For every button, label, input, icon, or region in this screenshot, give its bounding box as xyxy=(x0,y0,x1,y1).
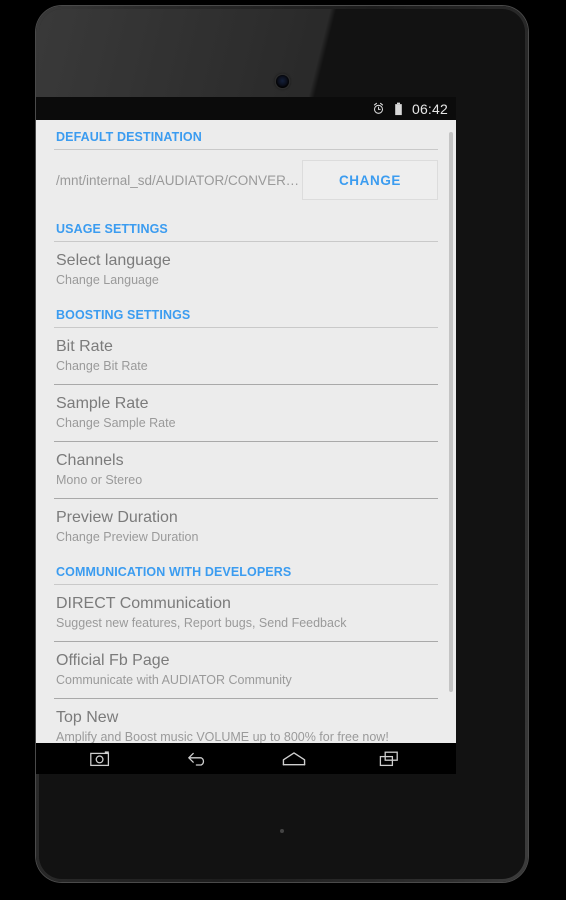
default-destination-row: /mnt/internal_sd/AUDIATOR/CONVERTOR/ CHA… xyxy=(36,150,456,212)
recent-apps-icon[interactable] xyxy=(367,746,413,772)
section-header-communication-with-developers: COMMUNICATION WITH DEVELOPERS xyxy=(56,565,292,579)
status-bar: 06:42 xyxy=(36,97,456,120)
battery-icon xyxy=(394,102,403,116)
section-header-boosting-settings: BOOSTING SETTINGS xyxy=(56,308,191,322)
list-item-subtitle: Mono or Stereo xyxy=(56,473,143,487)
section-header-usage-settings: USAGE SETTINGS xyxy=(56,222,168,236)
list-item-subtitle: Suggest new features, Report bugs, Send … xyxy=(56,616,347,630)
device-screen: 06:42 DEFAULT DESTINATION /mnt/internal_… xyxy=(36,97,456,774)
list-item-title: Preview Duration xyxy=(56,509,178,526)
scrollbar-thumb[interactable] xyxy=(449,132,453,692)
list-item-title: Bit Rate xyxy=(56,338,113,355)
list-item-title: DIRECT Communication xyxy=(56,595,231,612)
front-camera-icon xyxy=(276,75,289,88)
list-item-top-new[interactable]: Top New Amplify and Boost music VOLUME u… xyxy=(36,699,456,743)
list-item-subtitle: Amplify and Boost music VOLUME up to 800… xyxy=(56,730,389,743)
section-header-default-destination: DEFAULT DESTINATION xyxy=(56,130,202,144)
alarm-clock-icon xyxy=(372,102,385,115)
list-item-channels[interactable]: Channels Mono or Stereo xyxy=(36,442,456,498)
list-item-title: Top New xyxy=(56,709,119,726)
change-destination-button[interactable]: CHANGE xyxy=(302,160,438,200)
list-item-preview-duration[interactable]: Preview Duration Change Preview Duration xyxy=(36,499,456,555)
list-item-subtitle: Change Preview Duration xyxy=(56,530,199,544)
list-item-direct-communication[interactable]: DIRECT Communication Suggest new feature… xyxy=(36,585,456,641)
list-item-title: Select language xyxy=(56,252,171,269)
settings-screen: DEFAULT DESTINATION /mnt/internal_sd/AUD… xyxy=(36,120,456,743)
list-item-title: Channels xyxy=(56,452,124,469)
list-item-select-language[interactable]: Select language Change Language xyxy=(36,242,456,298)
list-item-subtitle: Change Bit Rate xyxy=(56,359,148,373)
settings-list[interactable]: DEFAULT DESTINATION /mnt/internal_sd/AUD… xyxy=(36,120,456,743)
home-icon[interactable] xyxy=(271,746,317,772)
notification-led-icon xyxy=(280,829,284,833)
list-item-bit-rate[interactable]: Bit Rate Change Bit Rate xyxy=(36,328,456,384)
list-item-subtitle: Communicate with AUDIATOR Community xyxy=(56,673,292,687)
list-item-subtitle: Change Sample Rate xyxy=(56,416,176,430)
list-item-title: Sample Rate xyxy=(56,395,149,412)
list-item-title: Official Fb Page xyxy=(56,652,170,669)
list-item-sample-rate[interactable]: Sample Rate Change Sample Rate xyxy=(36,385,456,441)
list-item-subtitle: Change Language xyxy=(56,273,159,287)
list-item-official-fb-page[interactable]: Official Fb Page Communicate with AUDIAT… xyxy=(36,642,456,698)
scrollbar[interactable] xyxy=(449,126,453,737)
destination-path-text: /mnt/internal_sd/AUDIATOR/CONVERTOR/ xyxy=(56,172,302,188)
camera-icon[interactable] xyxy=(79,746,125,772)
navigation-bar xyxy=(36,743,456,774)
status-bar-clock: 06:42 xyxy=(411,100,448,117)
back-arrow-icon[interactable] xyxy=(175,746,221,772)
